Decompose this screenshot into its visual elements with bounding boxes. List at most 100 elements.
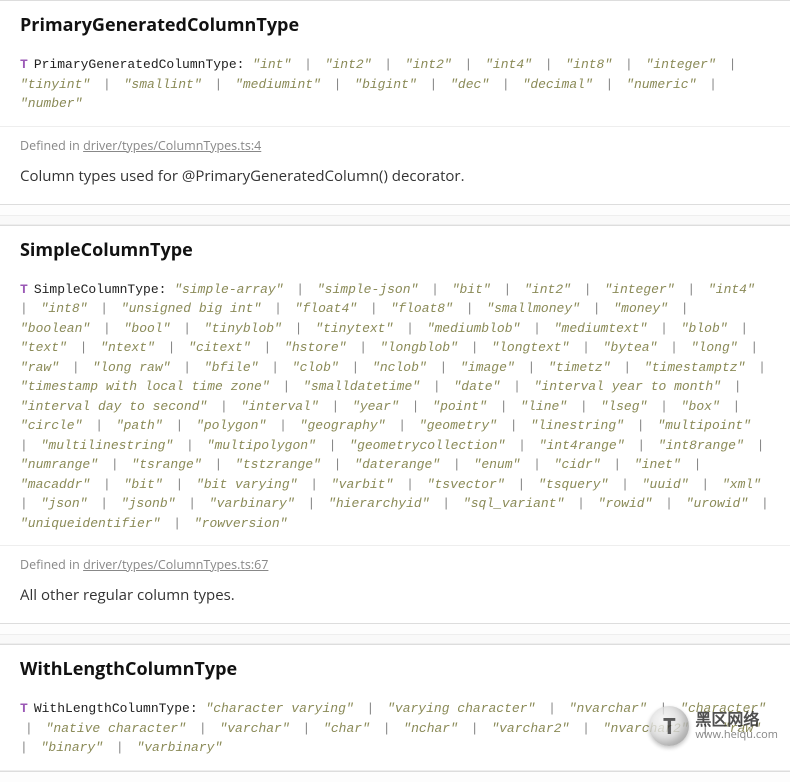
section-divider bbox=[0, 634, 790, 644]
type-value: "circle" bbox=[20, 418, 82, 433]
type-value: "float8" bbox=[391, 301, 453, 316]
type-value: "binary" bbox=[41, 740, 103, 755]
union-pipe: | bbox=[525, 457, 548, 472]
union-pipe: | bbox=[652, 701, 675, 716]
colon: : bbox=[159, 282, 175, 297]
type-value: "int2" bbox=[524, 282, 571, 297]
type-value: "tinyblob" bbox=[204, 321, 282, 336]
type-value: "boolean" bbox=[20, 321, 90, 336]
type-value: "simple-array" bbox=[174, 282, 283, 297]
type-value: "image" bbox=[460, 360, 515, 375]
type-name: WithLengthColumnType bbox=[34, 701, 190, 716]
union-pipe: | bbox=[613, 477, 636, 492]
union-pipe: | bbox=[540, 701, 563, 716]
type-value: "float4" bbox=[295, 301, 357, 316]
type-value: "timestamp with local time zone" bbox=[20, 379, 270, 394]
type-value: "bit" bbox=[124, 477, 163, 492]
union-pipe: | bbox=[525, 321, 548, 336]
union-pipe: | bbox=[652, 399, 675, 414]
type-value: "varying character" bbox=[387, 701, 535, 716]
type-value: "int8range" bbox=[658, 438, 744, 453]
type-value: "int4range" bbox=[539, 438, 625, 453]
type-value: "hierarchyid" bbox=[328, 496, 429, 511]
type-value: "linestring" bbox=[530, 418, 624, 433]
type-value: "dec" bbox=[450, 77, 489, 92]
type-value: "hstore" bbox=[284, 340, 346, 355]
union-pipe: | bbox=[263, 360, 286, 375]
type-value: "tsvector" bbox=[427, 477, 505, 492]
union-pipe: | bbox=[574, 721, 597, 736]
type-value: "character" bbox=[680, 701, 766, 716]
union-pipe: | bbox=[87, 418, 110, 433]
union-pipe: | bbox=[598, 77, 621, 92]
type-value: "varbinary" bbox=[209, 496, 295, 511]
union-pipe: | bbox=[344, 360, 367, 375]
union-pipe: | bbox=[574, 340, 597, 355]
union-pipe: | bbox=[750, 360, 766, 375]
type-value: "number" bbox=[20, 96, 82, 111]
type-value: "urowid" bbox=[686, 496, 748, 511]
type-value: "polygon" bbox=[196, 418, 266, 433]
union-pipe: | bbox=[721, 57, 737, 72]
union-pipe: | bbox=[326, 77, 349, 92]
type-value: "numrange" bbox=[20, 457, 98, 472]
union-pipe: | bbox=[95, 321, 118, 336]
source-link[interactable]: driver/types/ColumnTypes.ts:67 bbox=[83, 556, 268, 573]
union-pipe: | bbox=[168, 418, 191, 433]
type-value: "text" bbox=[20, 340, 67, 355]
type-value: "character varying" bbox=[205, 701, 353, 716]
union-pipe: | bbox=[694, 477, 717, 492]
union-pipe: | bbox=[165, 516, 188, 531]
union-pipe: | bbox=[326, 457, 349, 472]
type-value: "line" bbox=[520, 399, 567, 414]
union-pipe: | bbox=[673, 301, 689, 316]
type-value: "int8" bbox=[41, 301, 88, 316]
union-pipe: | bbox=[275, 379, 298, 394]
type-value: "daterange" bbox=[354, 457, 440, 472]
union-pipe: | bbox=[749, 438, 765, 453]
type-value: "tsquery" bbox=[538, 477, 608, 492]
type-name: PrimaryGeneratedColumnType bbox=[34, 57, 237, 72]
source-link[interactable]: driver/types/ColumnTypes.ts:4 bbox=[83, 137, 261, 154]
type-section: WithLengthColumnTypeTWithLengthColumnTyp… bbox=[0, 644, 790, 772]
union-pipe: | bbox=[295, 721, 318, 736]
type-value: "sql_variant" bbox=[463, 496, 564, 511]
type-section: SimpleColumnTypeTSimpleColumnType: "simp… bbox=[0, 225, 790, 625]
type-value: "interval year to month" bbox=[534, 379, 721, 394]
union-pipe: | bbox=[662, 340, 685, 355]
union-pipe: | bbox=[321, 438, 344, 453]
union-pipe: | bbox=[168, 477, 191, 492]
type-value: "simple-json" bbox=[317, 282, 418, 297]
type-value: "multipoint" bbox=[657, 418, 751, 433]
type-value: "inet" bbox=[634, 457, 681, 472]
type-value: "varbinary" bbox=[136, 740, 222, 755]
type-icon: T bbox=[20, 701, 28, 716]
type-value: "bytea" bbox=[603, 340, 658, 355]
type-value: "int2" bbox=[325, 57, 372, 72]
union-pipe: | bbox=[287, 321, 310, 336]
type-value: "nvarchar2" bbox=[603, 721, 689, 736]
union-pipe: | bbox=[701, 77, 717, 92]
type-value: "money" bbox=[613, 301, 668, 316]
type-value: "long" bbox=[691, 340, 738, 355]
type-value: "mediumblob" bbox=[427, 321, 521, 336]
type-value: "jsonb" bbox=[121, 496, 176, 511]
type-value: "uuid" bbox=[642, 477, 689, 492]
type-value: "clob" bbox=[292, 360, 339, 375]
union-pipe: | bbox=[20, 740, 36, 755]
type-value: "native character" bbox=[46, 721, 186, 736]
union-pipe: | bbox=[445, 457, 468, 472]
type-value: "nvarchar" bbox=[569, 701, 647, 716]
union-pipe: | bbox=[492, 399, 515, 414]
union-pipe: | bbox=[288, 282, 311, 297]
type-value: "point" bbox=[432, 399, 487, 414]
type-value: "tinytext" bbox=[315, 321, 393, 336]
defined-prefix: Defined in bbox=[20, 556, 83, 573]
type-value: "tinyint" bbox=[20, 77, 90, 92]
type-value: "interval day to second" bbox=[20, 399, 207, 414]
defined-prefix: Defined in bbox=[20, 137, 83, 154]
union-pipe: | bbox=[733, 321, 749, 336]
type-icon: T bbox=[20, 282, 28, 297]
type-value: "smallint" bbox=[124, 77, 202, 92]
union-pipe: | bbox=[375, 721, 398, 736]
